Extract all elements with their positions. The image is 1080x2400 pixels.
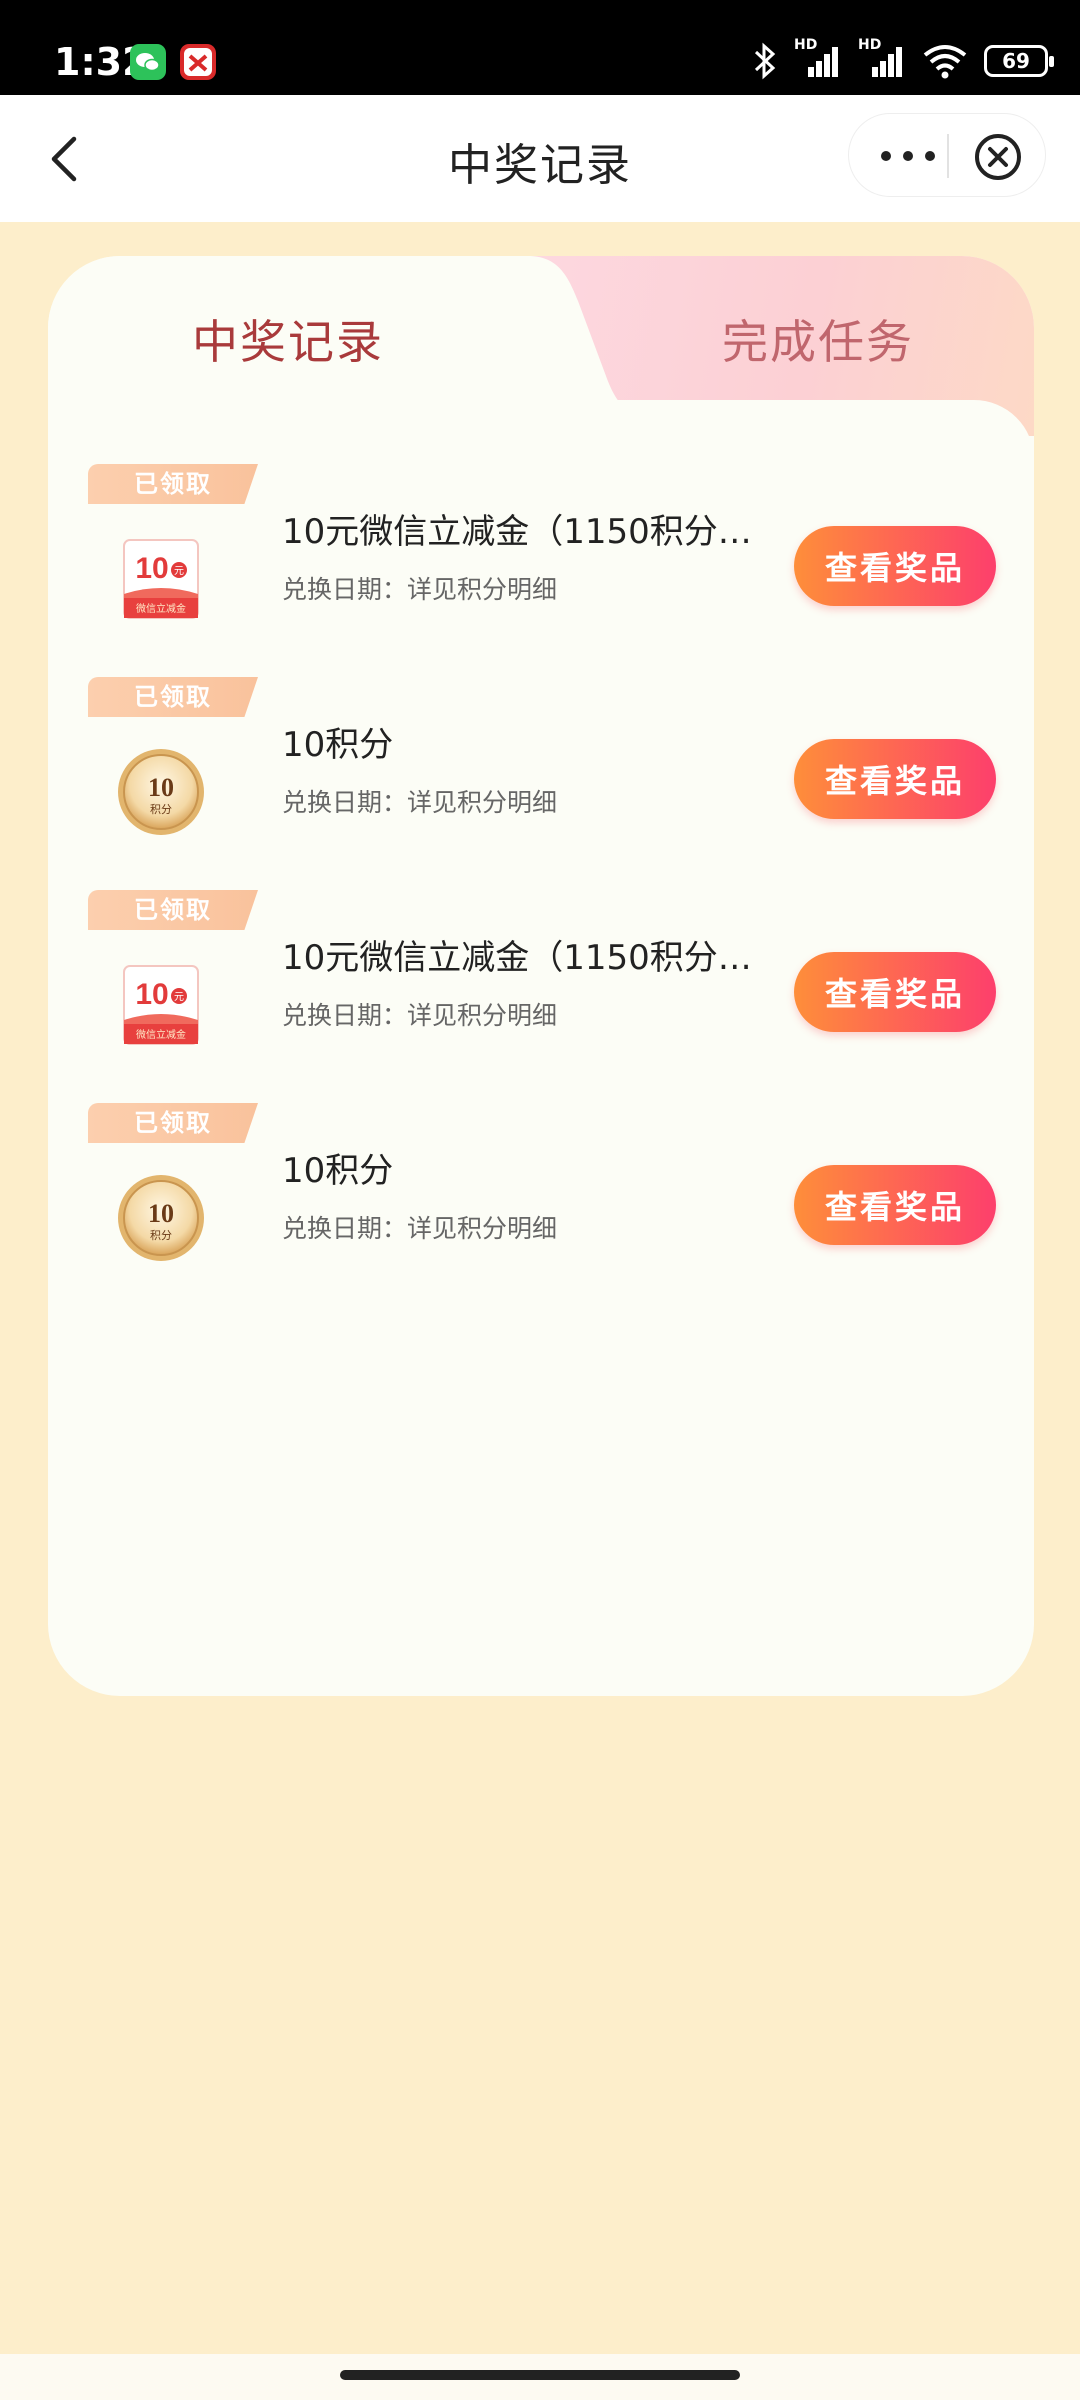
view-prize-button[interactable]: 查看奖品 bbox=[794, 952, 996, 1032]
record-subtitle: 兑换日期：详见积分明细 bbox=[282, 1001, 558, 1030]
claimed-badge: 已领取 bbox=[88, 677, 258, 717]
app-notification-icon bbox=[180, 44, 216, 80]
view-prize-button[interactable]: 查看奖品 bbox=[794, 739, 996, 819]
wifi-icon bbox=[923, 45, 967, 79]
record-subtitle: 兑换日期：详见积分明细 bbox=[282, 575, 558, 604]
record-item: 已领取 10 积分 10积分 兑换日期：详见积分明细 查看奖品 bbox=[48, 677, 1034, 877]
claimed-badge: 已领取 bbox=[88, 464, 258, 504]
record-title: 10元微信立减金（1150积分兑换） bbox=[282, 938, 772, 978]
points-coin-icon: 10 积分 bbox=[118, 1175, 204, 1261]
capsule-divider bbox=[947, 134, 949, 178]
points-coin-icon: 10 积分 bbox=[118, 749, 204, 835]
wechat-cash-10-icon: 10 元 微信立减金 bbox=[123, 965, 199, 1045]
record-title: 10积分 bbox=[282, 1151, 394, 1191]
record-title: 10元微信立减金（1150积分兑换） bbox=[282, 512, 772, 552]
cellular-signal-icon-2: HD bbox=[858, 37, 906, 81]
icon-caption-text: 积分 bbox=[150, 1229, 172, 1242]
record-subtitle: 兑换日期：详见积分明细 bbox=[282, 788, 558, 817]
navigation-bar: 中奖记录 bbox=[0, 95, 1080, 222]
record-item: 已领取 10 积分 10积分 兑换日期：详见积分明细 查看奖品 bbox=[48, 1103, 1034, 1303]
icon-unit-text: 元 bbox=[174, 992, 184, 1003]
record-item: 已领取 10 元 微信立减金 10元微信立减金（1150积分兑换） 兑换日期：详… bbox=[48, 464, 1034, 664]
icon-caption-text: 微信立减金 bbox=[136, 602, 186, 615]
status-bar: 1:32 HD HD 69 bbox=[0, 0, 1080, 95]
record-title: 10积分 bbox=[282, 725, 394, 765]
claimed-badge: 已领取 bbox=[88, 890, 258, 930]
icon-value-text: 10 bbox=[135, 552, 168, 585]
record-item: 已领取 10 元 微信立减金 10元微信立减金（1150积分兑换） 兑换日期：详… bbox=[48, 890, 1034, 1090]
tab-complete-tasks[interactable]: 完成任务 bbox=[608, 306, 1028, 372]
wechat-cash-10-icon: 10 元 微信立减金 bbox=[123, 539, 199, 619]
icon-caption-text: 积分 bbox=[150, 803, 172, 816]
view-prize-button[interactable]: 查看奖品 bbox=[794, 526, 996, 606]
battery-icon: 69 bbox=[984, 45, 1054, 77]
icon-value-text: 10 bbox=[148, 1199, 174, 1228]
icon-value-text: 10 bbox=[148, 773, 174, 802]
cellular-signal-icon: HD bbox=[794, 37, 842, 81]
mini-program-capsule bbox=[848, 113, 1046, 197]
more-options-icon[interactable] bbox=[871, 136, 945, 176]
icon-caption-text: 微信立减金 bbox=[136, 1028, 186, 1041]
record-subtitle: 兑换日期：详见积分明细 bbox=[282, 1214, 558, 1243]
view-prize-button[interactable]: 查看奖品 bbox=[794, 1165, 996, 1245]
tab-win-records[interactable]: 中奖记录 bbox=[48, 306, 528, 372]
icon-value-text: 10 bbox=[135, 978, 168, 1011]
home-indicator[interactable] bbox=[340, 2370, 740, 2380]
claimed-badge: 已领取 bbox=[88, 1103, 258, 1143]
close-icon[interactable] bbox=[973, 132, 1023, 182]
records-card: 中奖记录 完成任务 已领取 10 元 微信立减金 10元微信立减金（1150积分… bbox=[48, 256, 1034, 1696]
bluetooth-icon bbox=[754, 42, 776, 80]
icon-unit-text: 元 bbox=[174, 566, 184, 577]
wechat-notification-icon bbox=[130, 44, 166, 80]
